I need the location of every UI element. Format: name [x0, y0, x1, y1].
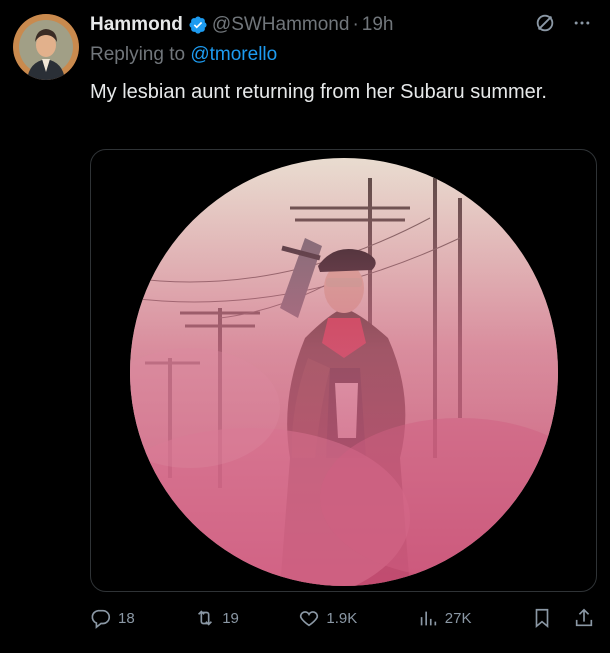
views-button[interactable]: 27K	[417, 607, 472, 629]
header-actions	[534, 12, 592, 34]
views-icon	[420, 611, 436, 626]
views-count: 27K	[444, 609, 472, 627]
reply-mention[interactable]: @tmorello	[190, 44, 277, 65]
timestamp[interactable]: 19h	[362, 14, 394, 36]
bookmark-icon[interactable]	[531, 607, 553, 629]
more-icon[interactable]	[572, 13, 592, 33]
like-count: 1.9K	[326, 609, 358, 627]
reply-prefix: Replying to	[90, 44, 186, 65]
action-group-right	[531, 607, 595, 629]
retweet-count: 19	[222, 609, 239, 627]
verified-badge-icon	[189, 16, 207, 34]
share-icon[interactable]	[573, 607, 595, 629]
author-name[interactable]: Hammond	[90, 14, 183, 36]
separator-dot: ·	[352, 14, 359, 35]
retweet-icon	[198, 610, 213, 626]
like-button[interactable]: 1.9K	[298, 607, 357, 629]
avatar[interactable]	[13, 14, 79, 80]
tweet-media[interactable]	[90, 149, 597, 592]
media-photo[interactable]	[130, 158, 558, 586]
reply-button[interactable]: 18	[90, 607, 135, 629]
grok-icon[interactable]	[534, 12, 556, 34]
retweet-button[interactable]: 19	[194, 607, 239, 629]
heart-icon	[300, 611, 319, 627]
tweet-header: Hammond @SWHammond · 19h	[90, 10, 590, 40]
tweet-text: My lesbian aunt returning from her Subar…	[90, 81, 547, 103]
reply-context: Replying to @tmorello	[90, 44, 277, 66]
reply-count: 18	[118, 609, 135, 627]
reply-icon	[91, 609, 111, 629]
action-bar: 18 19 1.9K 27K	[90, 602, 595, 634]
author-handle[interactable]: @SWHammond	[212, 14, 350, 36]
